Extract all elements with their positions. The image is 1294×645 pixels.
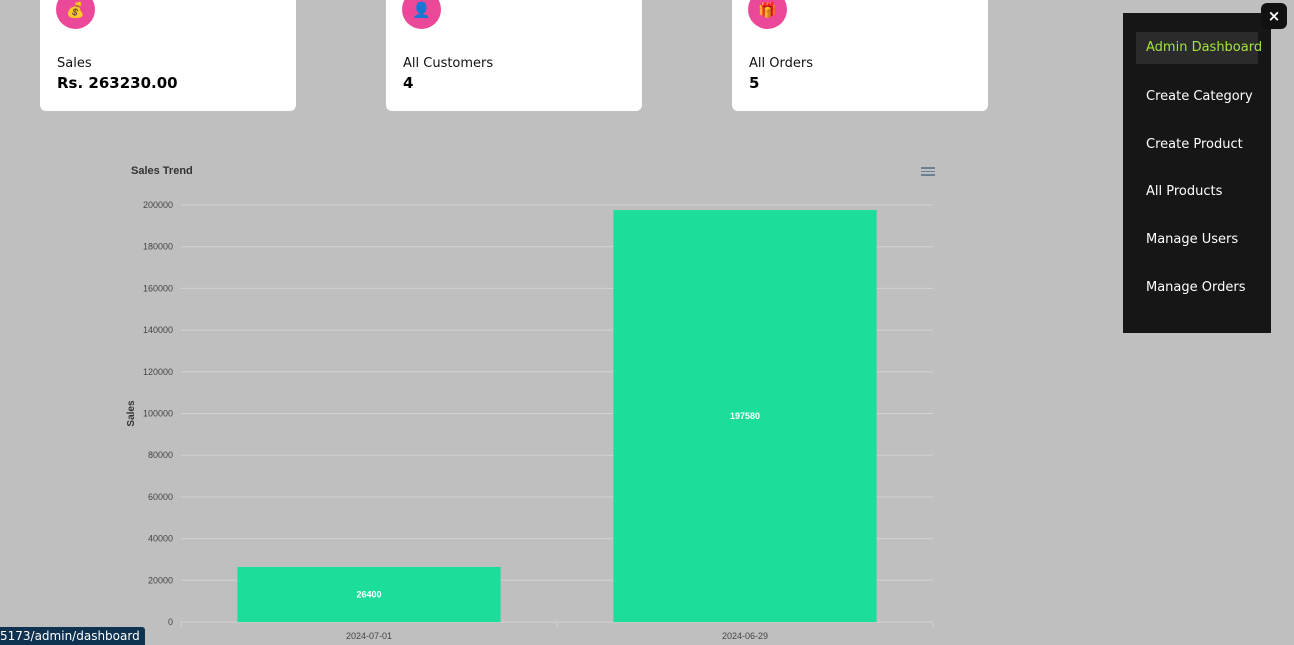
close-sidebar-button[interactable]: × bbox=[1261, 3, 1287, 29]
sidebar-item-manage-orders[interactable]: Manage Orders bbox=[1136, 272, 1258, 304]
y-tick-label: 0 bbox=[168, 617, 173, 627]
money-bag-icon: 💰 bbox=[56, 0, 95, 29]
customers-card: 👤 All Customers 4 bbox=[386, 0, 642, 111]
y-tick-label: 60000 bbox=[148, 492, 173, 502]
y-tick-label: 20000 bbox=[148, 575, 173, 585]
sidebar-item-create-category[interactable]: Create Category bbox=[1136, 81, 1258, 113]
bar-data-label: 197580 bbox=[730, 411, 760, 421]
sales-value: Rs. 263230.00 bbox=[57, 74, 178, 92]
y-tick-label: 120000 bbox=[143, 367, 173, 377]
y-tick-label: 160000 bbox=[143, 283, 173, 293]
orders-label: All Orders bbox=[749, 56, 813, 71]
sidebar-item-create-product[interactable]: Create Product bbox=[1136, 129, 1258, 161]
orders-card: 🎁 All Orders 5 bbox=[732, 0, 988, 111]
sidebar-item-manage-users[interactable]: Manage Users bbox=[1136, 224, 1258, 256]
sales-label: Sales bbox=[57, 56, 92, 71]
x-tick-label: 2024-07-01 bbox=[346, 631, 392, 641]
customers-value: 4 bbox=[403, 74, 414, 92]
y-tick-label: 80000 bbox=[148, 450, 173, 460]
y-tick-label: 140000 bbox=[143, 325, 173, 335]
sidebar-item-admin-dashboard[interactable]: Admin Dashboard bbox=[1136, 32, 1262, 64]
y-tick-label: 40000 bbox=[148, 534, 173, 544]
customer-icon: 👤 bbox=[402, 0, 441, 29]
y-axis-title: Sales bbox=[126, 400, 137, 427]
y-tick-label: 200000 bbox=[143, 200, 173, 210]
x-tick-label: 2024-06-29 bbox=[722, 631, 768, 641]
gift-icon: 🎁 bbox=[748, 0, 787, 29]
chart-plot: 0 20000 40000 60000 80000 100000 120000 140000 1… bbox=[126, 200, 934, 641]
bar-data-label: 26400 bbox=[356, 589, 381, 599]
status-bar-url: 5173/admin/dashboard bbox=[0, 627, 145, 645]
sidebar-item-all-products[interactable]: All Products bbox=[1136, 176, 1258, 208]
orders-value: 5 bbox=[749, 74, 760, 92]
admin-sidebar: Admin Dashboard Create Category Create P… bbox=[1123, 13, 1271, 333]
y-tick-label: 180000 bbox=[143, 242, 173, 252]
customers-label: All Customers bbox=[403, 56, 494, 71]
sales-card: 💰 Sales Rs. 263230.00 bbox=[40, 0, 296, 111]
y-tick-label: 100000 bbox=[143, 409, 173, 419]
sales-trend-chart: Sales Trend 0 20000 40000 60000 80000 100000 1… bbox=[120, 155, 950, 645]
